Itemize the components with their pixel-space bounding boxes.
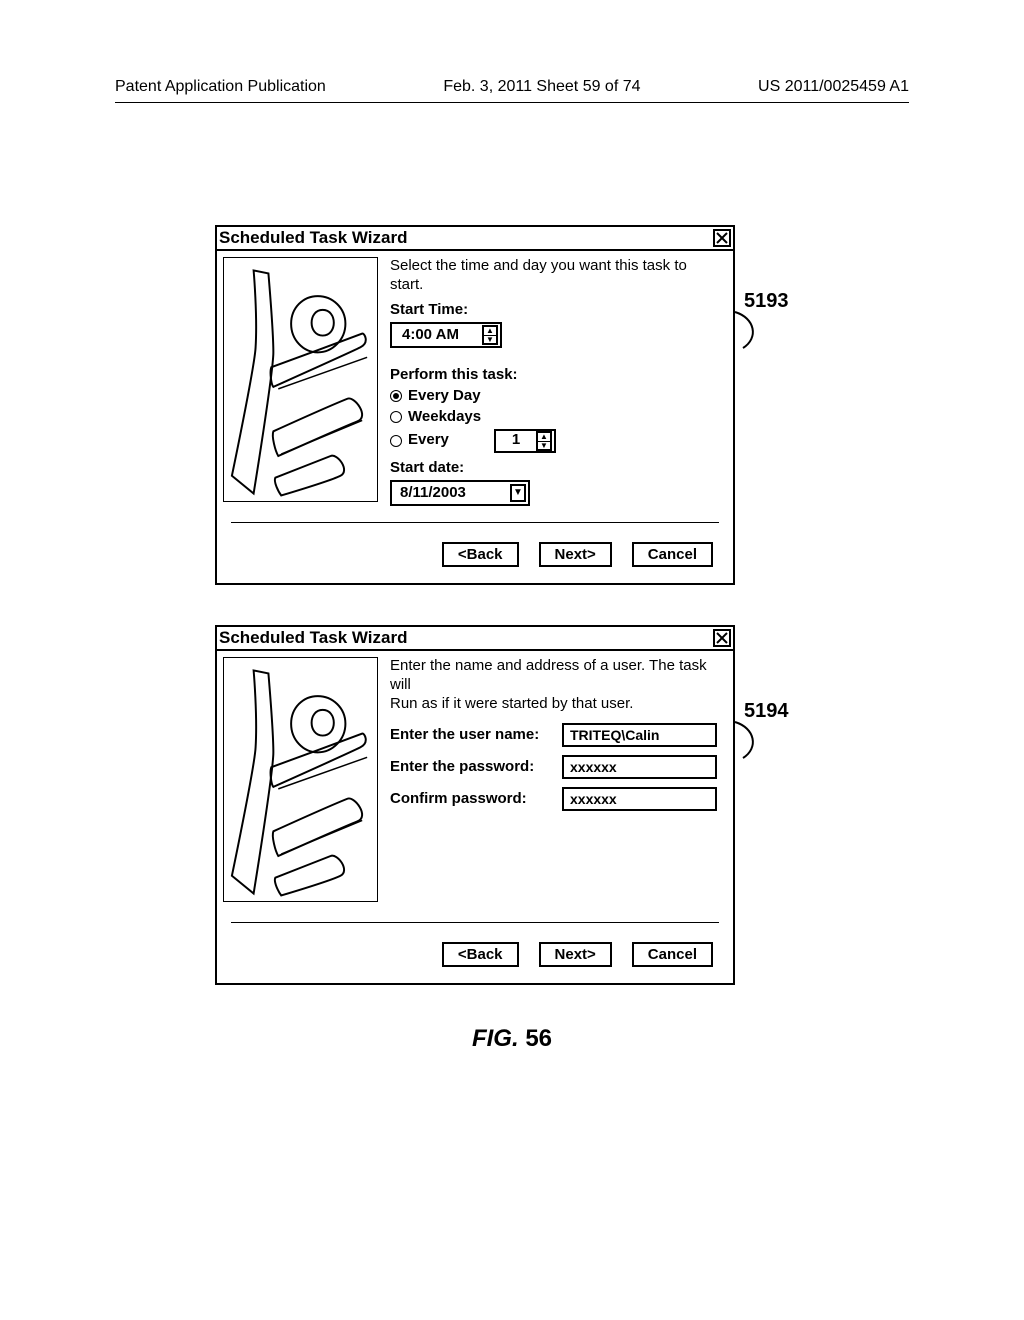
figure-prefix: FIG. (472, 1025, 519, 1052)
ref-arc-5193 (733, 310, 763, 350)
divider (231, 522, 719, 523)
password-value: xxxxxx (570, 759, 617, 777)
spinner-buttons-2[interactable]: ▲ ▼ (536, 431, 552, 451)
start-date-label: Start date: (390, 459, 723, 478)
scheduled-task-wizard-user: Scheduled Task Wizard Enter the name and… (215, 625, 735, 985)
radio-weekdays-label: Weekdays (408, 408, 481, 427)
dialog-title: Scheduled Task Wizard (219, 628, 407, 648)
wizard-illustration (223, 657, 378, 902)
confirm-input[interactable]: xxxxxx (562, 787, 717, 811)
figure-number: 56 (525, 1025, 552, 1052)
start-time-field[interactable]: 4:00 AM ▲ ▼ (390, 322, 502, 348)
spinner-buttons[interactable]: ▲ ▼ (482, 325, 498, 345)
titlebar: Scheduled Task Wizard (217, 627, 733, 651)
radio-every[interactable] (390, 435, 402, 447)
scheduled-task-wizard-time: Scheduled Task Wizard Select the time an… (215, 225, 735, 585)
button-row: <Back Next> Cancel (442, 542, 713, 567)
every-count-field[interactable]: 1 ▲ ▼ (494, 429, 556, 453)
confirm-value: xxxxxx (570, 791, 617, 809)
down-arrow-icon[interactable]: ▼ (484, 336, 496, 344)
down-arrow-icon[interactable]: ▼ (538, 442, 550, 450)
password-label: Enter the password: (390, 758, 550, 777)
cancel-button[interactable]: Cancel (632, 542, 713, 567)
password-input[interactable]: xxxxxx (562, 755, 717, 779)
header-rule (115, 102, 909, 103)
start-time-label: Start Time: (390, 301, 723, 320)
instruction-line2: Run as if it were started by that user. (390, 695, 723, 714)
instruction-line1: Enter the name and address of a user. Th… (390, 657, 723, 695)
start-date-value: 8/11/2003 (392, 484, 508, 503)
ref-5194: 5194 (744, 700, 789, 723)
radio-everyday[interactable] (390, 390, 402, 402)
next-button[interactable]: Next> (539, 942, 612, 967)
username-label: Enter the user name: (390, 726, 550, 745)
instruction-text: Select the time and day you want this ta… (390, 257, 723, 295)
dialog-title: Scheduled Task Wizard (219, 228, 407, 248)
page-header: Patent Application Publication Feb. 3, 2… (115, 78, 909, 96)
figure-label: FIG. 56 (0, 1025, 1024, 1053)
radio-weekdays-row[interactable]: Weekdays (390, 408, 723, 427)
radio-weekdays[interactable] (390, 411, 402, 423)
titlebar: Scheduled Task Wizard (217, 227, 733, 251)
radio-every-row[interactable]: Every 1 ▲ ▼ (390, 429, 723, 453)
radio-everyday-label: Every Day (408, 387, 481, 406)
ref-arc-5194 (733, 720, 763, 760)
close-button[interactable] (713, 629, 731, 647)
back-button[interactable]: <Back (442, 942, 519, 967)
every-count-value: 1 (496, 431, 536, 450)
radio-every-label: Every (408, 431, 458, 450)
username-input[interactable]: TRITEQ\Calin (562, 723, 717, 747)
divider (231, 922, 719, 923)
close-button[interactable] (713, 229, 731, 247)
header-right: US 2011/0025459 A1 (758, 78, 909, 96)
button-row: <Back Next> Cancel (442, 942, 713, 967)
back-button[interactable]: <Back (442, 542, 519, 567)
header-center: Feb. 3, 2011 Sheet 59 of 74 (443, 78, 640, 96)
header-left: Patent Application Publication (115, 78, 326, 96)
username-value: TRITEQ\Calin (570, 727, 659, 745)
wizard-illustration (223, 257, 378, 502)
start-time-value: 4:00 AM (392, 326, 482, 345)
confirm-label: Confirm password: (390, 790, 550, 809)
ref-5193: 5193 (744, 290, 789, 313)
radio-everyday-row[interactable]: Every Day (390, 387, 723, 406)
start-date-field[interactable]: 8/11/2003 ▼ (390, 480, 530, 506)
perform-task-label: Perform this task: (390, 366, 723, 385)
dropdown-icon[interactable]: ▼ (510, 484, 526, 502)
next-button[interactable]: Next> (539, 542, 612, 567)
cancel-button[interactable]: Cancel (632, 942, 713, 967)
